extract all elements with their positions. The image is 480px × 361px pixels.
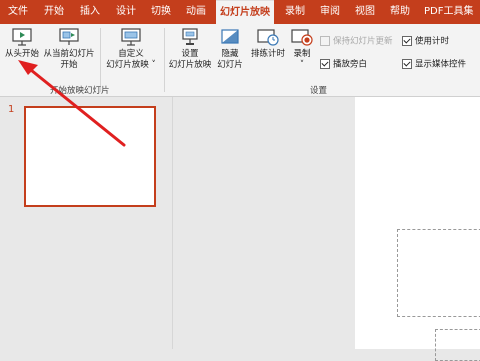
annotation-arrow-icon <box>18 60 126 147</box>
